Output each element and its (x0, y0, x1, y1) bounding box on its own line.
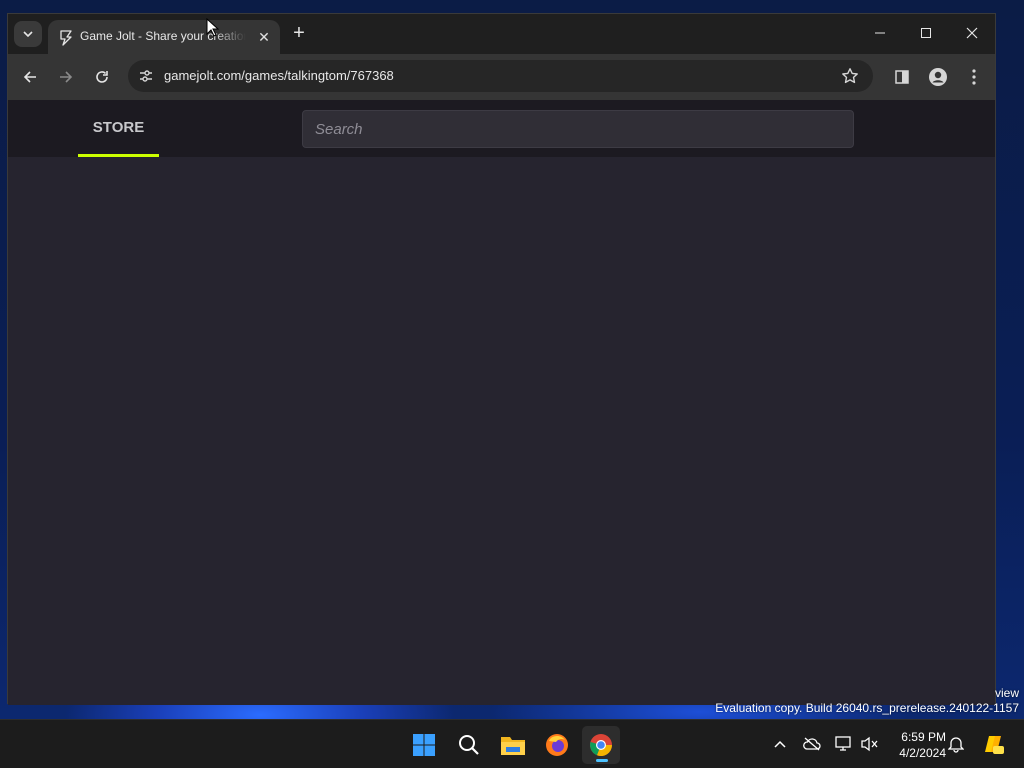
profile-button[interactable] (926, 65, 950, 89)
title-bar: Game Jolt - Share your creations ✕ + (8, 14, 995, 54)
taskbar-search-button[interactable] (450, 726, 488, 764)
close-window-button[interactable] (952, 20, 992, 46)
bell-icon (948, 737, 964, 753)
browser-window: Game Jolt - Share your creations ✕ + gam… (7, 13, 996, 705)
browser-tab[interactable]: Game Jolt - Share your creations ✕ (48, 20, 280, 54)
firefox-icon (546, 734, 568, 756)
star-icon[interactable] (841, 67, 859, 85)
clock-date: 4/2/2024 (899, 746, 946, 760)
page-content: STORE (8, 100, 995, 705)
taskbar: 6:59 PM 4/2/2024 (0, 719, 1024, 768)
new-tab-button[interactable]: + (288, 23, 310, 45)
forward-button[interactable] (52, 63, 80, 91)
maximize-button[interactable] (906, 20, 946, 46)
kebab-menu-icon (972, 69, 976, 85)
copilot-icon (985, 736, 1004, 754)
volume-tray-button[interactable] (860, 734, 880, 754)
speaker-muted-icon (861, 736, 878, 752)
tab-title: Game Jolt - Share your creations (80, 29, 246, 43)
active-tab-indicator (78, 154, 159, 157)
taskbar-clock[interactable]: 6:59 PM 4/2/2024 (886, 729, 946, 761)
copilot-button[interactable] (980, 731, 1006, 757)
chevron-up-icon (774, 740, 786, 748)
tab-search-button[interactable] (14, 21, 42, 47)
firefox-button[interactable] (538, 726, 576, 764)
nav-tab-store-label: STORE (92, 119, 145, 136)
windows-logo-icon (413, 734, 435, 756)
folder-icon (501, 737, 525, 755)
show-hidden-icons-button[interactable] (770, 734, 790, 754)
watermark-line-1: view (994, 686, 1019, 700)
clock-time: 6:59 PM (901, 730, 946, 744)
search-icon (459, 735, 479, 755)
reload-icon (96, 71, 108, 83)
arrow-right-icon (60, 71, 73, 83)
active-app-indicator (596, 759, 608, 762)
tune-icon[interactable] (138, 68, 154, 84)
search-input[interactable] (302, 110, 854, 148)
back-button[interactable] (16, 63, 44, 91)
game-jolt-favicon-icon (60, 30, 72, 46)
browser-menu-button[interactable] (962, 65, 986, 89)
profile-icon (929, 68, 947, 86)
site-header: STORE (8, 100, 995, 157)
reload-button[interactable] (88, 63, 116, 91)
chevron-down-icon (23, 31, 33, 37)
file-explorer-button[interactable] (494, 726, 532, 764)
address-bar[interactable]: gamejolt.com/games/talkingtom/767368 (128, 60, 873, 92)
url-text[interactable]: gamejolt.com/games/talkingtom/767368 (164, 68, 394, 83)
onedrive-tray-button[interactable] (802, 734, 822, 754)
cloud-off-icon (803, 737, 821, 751)
network-icon (835, 736, 851, 751)
minimize-icon (875, 32, 885, 34)
maximize-icon (921, 28, 931, 38)
arrow-left-icon (23, 71, 36, 83)
side-panel-icon (895, 70, 909, 84)
watermark-line-2: Evaluation copy. Build 26040.rs_prerelea… (715, 701, 1019, 715)
chrome-icon (590, 734, 613, 757)
chrome-button[interactable] (582, 726, 620, 764)
side-panel-button[interactable] (890, 65, 914, 89)
start-button[interactable] (405, 726, 443, 764)
minimize-button[interactable] (860, 20, 900, 46)
mouse-cursor-icon (206, 18, 220, 37)
network-tray-button[interactable] (834, 734, 854, 754)
close-tab-icon[interactable]: ✕ (256, 29, 272, 45)
nav-tab-store[interactable]: STORE (78, 100, 159, 157)
close-icon (966, 27, 978, 39)
browser-toolbar: gamejolt.com/games/talkingtom/767368 (8, 54, 995, 100)
notifications-button[interactable] (946, 734, 966, 754)
